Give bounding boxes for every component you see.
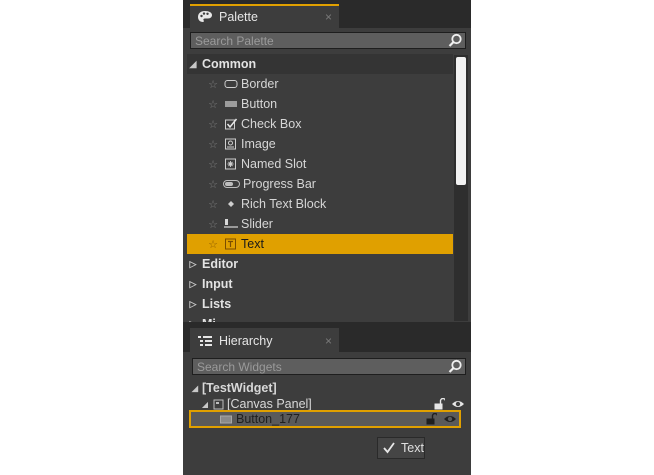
category-label: Editor xyxy=(202,257,239,271)
eye-icon[interactable] xyxy=(451,398,465,410)
image-icon xyxy=(223,138,239,150)
item-label: Check Box xyxy=(241,117,302,131)
palette-tab[interactable]: Palette × xyxy=(190,4,339,28)
palette-item-progress-bar[interactable]: ☆ Progress Bar xyxy=(187,174,453,194)
border-icon xyxy=(223,78,239,90)
tree-node-label: Button_177 xyxy=(236,412,300,426)
palette-search-input[interactable] xyxy=(195,33,435,48)
star-icon[interactable]: ☆ xyxy=(207,238,219,251)
lock-icon[interactable] xyxy=(433,398,445,410)
palette-item-check-box[interactable]: ☆ Check Box xyxy=(187,114,453,134)
palette-search-box[interactable] xyxy=(190,32,466,49)
star-icon[interactable]: ☆ xyxy=(207,98,219,111)
tree-node-root[interactable]: ◢ [TestWidget] xyxy=(189,380,465,396)
search-icon[interactable] xyxy=(448,359,463,374)
collapsed-arrow-icon[interactable]: ▷ xyxy=(187,279,199,290)
checkmark-icon xyxy=(382,441,396,455)
palette-tab-label: Palette xyxy=(219,10,258,24)
rich-text-icon xyxy=(223,198,239,210)
palette-item-slider[interactable]: ☆ Slider xyxy=(187,214,453,234)
collapsed-arrow-icon[interactable]: ▷ xyxy=(187,259,199,270)
category-label: Common xyxy=(202,57,257,71)
expanded-arrow-icon[interactable]: ◢ xyxy=(189,384,201,393)
palette-list: ◢ Common ☆ Border ☆ Button ☆ Check Box ☆… xyxy=(187,54,453,322)
item-label: Image xyxy=(241,137,276,151)
palette-item-image[interactable]: ☆ Image xyxy=(187,134,453,154)
palette-item-rich-text-block[interactable]: ☆ Rich Text Block xyxy=(187,194,453,214)
star-icon[interactable]: ☆ xyxy=(207,218,219,231)
category-input[interactable]: ▷ Input xyxy=(187,274,453,294)
star-icon[interactable]: ☆ xyxy=(207,138,219,151)
drag-preview-text: Text xyxy=(377,437,425,459)
palette-item-named-slot[interactable]: ☆ Named Slot xyxy=(187,154,453,174)
star-icon[interactable]: ☆ xyxy=(207,178,219,191)
text-icon xyxy=(223,238,239,250)
palette-item-text[interactable]: ☆ Text xyxy=(187,234,453,254)
star-icon[interactable]: ☆ xyxy=(207,198,219,211)
category-common[interactable]: ◢ Common xyxy=(187,54,453,74)
palette-tab-close-icon[interactable]: × xyxy=(325,10,332,24)
slider-icon xyxy=(223,218,239,230)
search-icon[interactable] xyxy=(448,33,463,48)
palette-item-border[interactable]: ☆ Border xyxy=(187,74,453,94)
palette-scrollbar-thumb[interactable] xyxy=(456,57,466,185)
palette-item-button[interactable]: ☆ Button xyxy=(187,94,453,114)
checkbox-icon xyxy=(223,118,239,130)
tree-node-label: [TestWidget] xyxy=(202,381,277,395)
category-label: Input xyxy=(202,277,233,291)
button-icon xyxy=(220,415,232,424)
category-lists[interactable]: ▷ Lists xyxy=(187,294,453,314)
tree-node-label: [Canvas Panel] xyxy=(227,397,312,411)
progress-bar-icon xyxy=(223,178,241,190)
hierarchy-tab-bar: Hierarchy × xyxy=(183,322,471,352)
item-label: Text xyxy=(241,237,264,251)
button-icon xyxy=(223,98,239,110)
hierarchy-panel: ◢ [TestWidget] ◢ [Canvas Panel] Button_1… xyxy=(183,352,471,475)
canvas-panel-icon xyxy=(213,399,225,410)
lock-icon[interactable] xyxy=(425,413,437,425)
expanded-arrow-icon[interactable]: ◢ xyxy=(187,59,199,70)
item-label: Slider xyxy=(241,217,273,231)
palette-tab-bar: Palette × xyxy=(183,0,471,28)
category-label: Lists xyxy=(202,297,232,311)
collapsed-arrow-icon[interactable]: ▷ xyxy=(187,299,199,310)
item-label: Button xyxy=(241,97,278,111)
hierarchy-tab[interactable]: Hierarchy × xyxy=(190,328,339,352)
item-label: Progress Bar xyxy=(243,177,316,191)
expanded-arrow-icon[interactable]: ◢ xyxy=(199,400,211,409)
hierarchy-search-box[interactable] xyxy=(192,358,466,375)
star-icon[interactable]: ☆ xyxy=(207,158,219,171)
tree-node-button[interactable]: Button_177 xyxy=(189,410,461,428)
hierarchy-list-icon xyxy=(196,333,214,349)
star-icon[interactable]: ☆ xyxy=(207,78,219,91)
palette-icon xyxy=(196,9,214,25)
named-slot-icon xyxy=(223,158,239,170)
hierarchy-search-input[interactable] xyxy=(197,359,437,374)
item-label: Named Slot xyxy=(241,157,307,171)
category-editor[interactable]: ▷ Editor xyxy=(187,254,453,274)
item-label: Border xyxy=(241,77,279,91)
hierarchy-tab-close-icon[interactable]: × xyxy=(325,334,332,348)
star-icon[interactable]: ☆ xyxy=(207,118,219,131)
item-label: Rich Text Block xyxy=(241,197,327,211)
eye-icon[interactable] xyxy=(443,413,457,425)
palette-panel: ◢ Common ☆ Border ☆ Button ☆ xyxy=(183,28,471,322)
drag-preview-label: Text xyxy=(401,441,424,455)
category-misc[interactable]: ▷ Mi xyxy=(187,314,453,322)
hierarchy-tab-label: Hierarchy xyxy=(219,334,273,348)
editor-panels: Palette × ◢ Common ☆ Border xyxy=(183,0,471,475)
